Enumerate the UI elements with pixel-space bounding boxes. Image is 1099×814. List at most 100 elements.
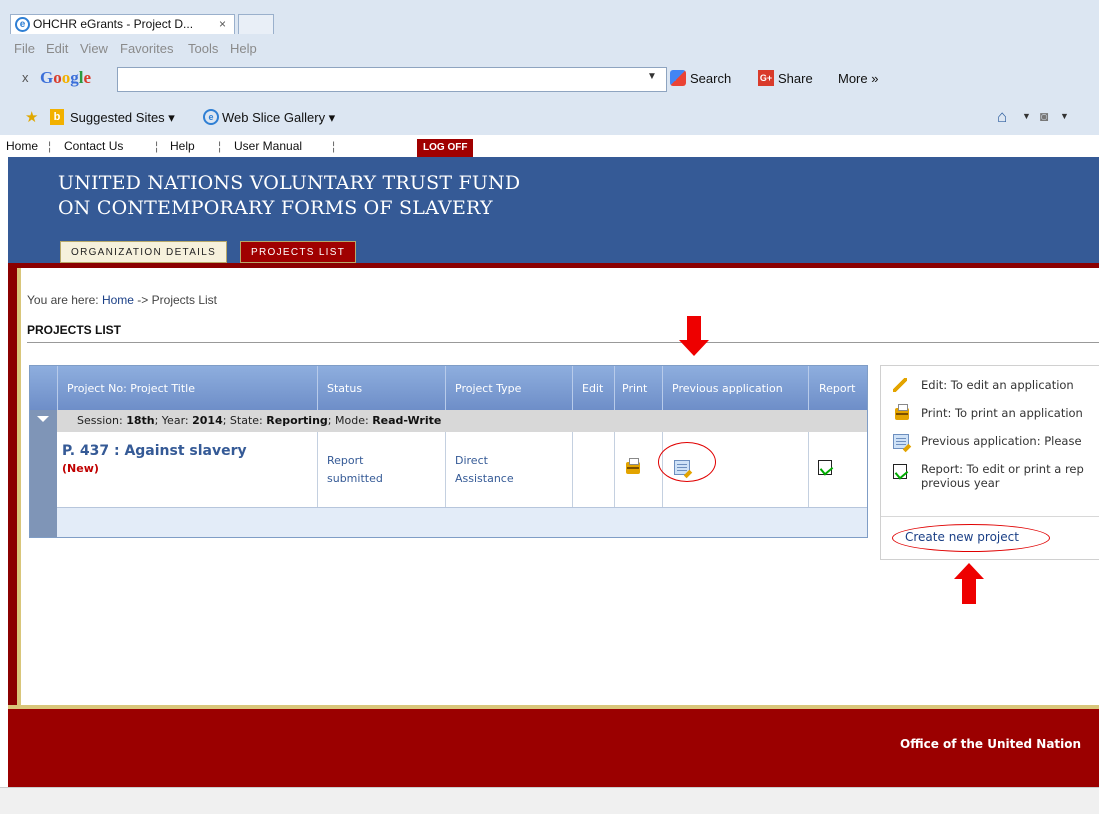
type-line: Direct — [455, 454, 488, 467]
web-slice-gallery-link[interactable]: Web Slice Gallery ▾ — [222, 110, 335, 126]
breadcrumb-prefix: You are here: — [27, 293, 102, 307]
annotation-arrow-up — [954, 563, 984, 604]
mode-value: Read-Write — [372, 414, 442, 427]
table-header: Project No: Project Title Status Project… — [30, 366, 867, 410]
link-separator: ¦ — [155, 139, 159, 153]
menu-view[interactable]: View — [80, 41, 108, 56]
feed-dropdown-icon[interactable]: ▼ — [1060, 111, 1069, 121]
state-label: ; State: — [222, 414, 267, 427]
legend-report-line: Report: To edit or print a rep — [921, 462, 1084, 476]
column-header-type[interactable]: Project Type — [445, 366, 572, 410]
google-search-icon — [670, 70, 686, 86]
browser-tabbar: e OHCHR eGrants - Project D... × — [0, 0, 1099, 34]
project-title-link[interactable]: P. 437 : Against slavery — [62, 443, 247, 459]
menu-help[interactable]: Help — [230, 41, 257, 56]
share-button[interactable]: Share — [778, 71, 813, 86]
new-badge: (New) — [62, 462, 99, 475]
cell-status: Report submitted — [317, 432, 445, 507]
link-separator: ¦ — [332, 139, 336, 153]
main-frame: You are here: Home -> Projects List PROJ… — [8, 263, 1099, 705]
cell-report — [808, 432, 867, 507]
title-divider — [27, 342, 1099, 343]
site-title-line2: ON CONTEMPORARY FORMS OF SLAVERY — [58, 197, 493, 219]
column-header-status[interactable]: Status — [317, 366, 445, 410]
tab-organization-details[interactable]: ORGANIZATION DETAILS — [60, 241, 228, 263]
home-link[interactable]: Home — [6, 139, 38, 153]
type-text: Direct Assistance — [455, 452, 514, 488]
contact-us-link[interactable]: Contact Us — [64, 139, 123, 153]
year-value: 2014 — [192, 414, 223, 427]
group-sidebar — [30, 410, 57, 537]
collapse-triangle-icon[interactable] — [37, 416, 49, 422]
column-header-previous: Previous application — [662, 366, 808, 410]
annotation-circle — [892, 524, 1050, 552]
site-title-line1: UNITED NATIONS VOLUNTARY TRUST FUND — [58, 172, 521, 194]
home-dropdown-icon[interactable]: ▼ — [1022, 111, 1031, 121]
google-toolbar: x Google ▼ Search G+ Share More » — [0, 64, 1099, 96]
year-label: ; Year: — [154, 414, 193, 427]
status-text: Report submitted — [327, 452, 383, 488]
feed-icon[interactable]: ◙ — [1040, 108, 1048, 124]
session-group-row: Session: 18th; Year: 2014; State: Report… — [57, 410, 867, 432]
cell-project: P. 437 : Against slavery (New) — [57, 432, 317, 507]
legend-report-text: Report: To edit or print a rep previous … — [921, 462, 1084, 490]
menu-edit[interactable]: Edit — [46, 41, 68, 56]
page-title: PROJECTS LIST — [27, 323, 122, 337]
session-value: 18th — [126, 414, 155, 427]
suggested-sites-link[interactable]: Suggested Sites ▾ — [70, 110, 175, 126]
menu-file[interactable]: File — [14, 41, 35, 56]
annotation-circle — [658, 442, 716, 482]
new-tab-button[interactable] — [238, 14, 274, 34]
google-search-input[interactable] — [117, 67, 667, 92]
column-header-edit: Edit — [572, 366, 614, 410]
menu-tools[interactable]: Tools — [188, 41, 218, 56]
browser-tab-active[interactable]: e OHCHR eGrants - Project D... × — [10, 14, 235, 34]
search-dropdown-icon[interactable]: ▼ — [647, 71, 657, 82]
site-title: UNITED NATIONS VOLUNTARY TRUST FUND ON C… — [58, 171, 520, 221]
printer-icon — [895, 404, 909, 420]
help-link[interactable]: Help — [170, 139, 195, 153]
legend-previous-text: Previous application: Please — [921, 434, 1082, 448]
tab-close-icon[interactable]: × — [219, 15, 226, 33]
legend-divider — [881, 516, 1099, 517]
table-row: P. 437 : Against slavery (New) Report su… — [57, 432, 867, 507]
footer-text: Office of the United Nation — [900, 737, 1082, 751]
ie-icon: e — [203, 109, 219, 125]
column-header-print: Print — [614, 366, 662, 410]
breadcrumb-home-link[interactable]: Home — [102, 293, 134, 307]
toolbar-close-icon[interactable]: x — [22, 70, 29, 85]
legend-report-line: previous year — [921, 476, 1000, 490]
google-search-button[interactable]: Search — [690, 71, 731, 86]
column-header-project[interactable]: Project No: Project Title — [57, 366, 317, 410]
menu-favorites[interactable]: Favorites — [120, 41, 173, 56]
printer-icon[interactable] — [626, 458, 640, 474]
user-manual-link[interactable]: User Manual — [234, 139, 302, 153]
breadcrumb: You are here: Home -> Projects List — [27, 293, 217, 307]
breadcrumb-current: -> Projects List — [133, 293, 217, 307]
report-icon[interactable] — [818, 460, 832, 475]
google-logo: Google — [40, 68, 92, 87]
printer-icon — [895, 404, 909, 420]
status-line: submitted — [327, 472, 383, 485]
projects-table: Project No: Project Title Status Project… — [29, 365, 868, 538]
home-icon[interactable]: ⌂ — [997, 107, 1007, 127]
logoff-button[interactable]: LOG OFF — [417, 139, 474, 157]
bing-icon: b — [50, 109, 64, 125]
site-footer: Office of the United Nation — [8, 709, 1099, 787]
tab-projects-list[interactable]: PROJECTS LIST — [240, 241, 357, 263]
ie-icon: e — [15, 17, 30, 32]
table-footer-row — [57, 507, 867, 537]
annotation-arrow-down — [679, 316, 709, 356]
menu-bar: File Edit View Favorites Tools Help — [0, 38, 1099, 60]
site-header: UNITED NATIONS VOLUNTARY TRUST FUND ON C… — [8, 157, 1099, 263]
pencil-icon — [893, 378, 907, 392]
more-button[interactable]: More » — [838, 71, 878, 86]
cell-print — [614, 432, 662, 507]
share-icon: G+ — [758, 70, 774, 86]
previous-application-icon — [893, 434, 909, 449]
site-top-links: Home ¦ Contact Us ¦ Help ¦ User Manual ¦… — [0, 135, 1099, 157]
tab-title: OHCHR eGrants - Project D... — [33, 17, 194, 31]
status-line: Report — [327, 454, 364, 467]
main-content: You are here: Home -> Projects List PROJ… — [17, 268, 1099, 705]
favorites-star-icon[interactable]: ★ — [25, 108, 38, 126]
